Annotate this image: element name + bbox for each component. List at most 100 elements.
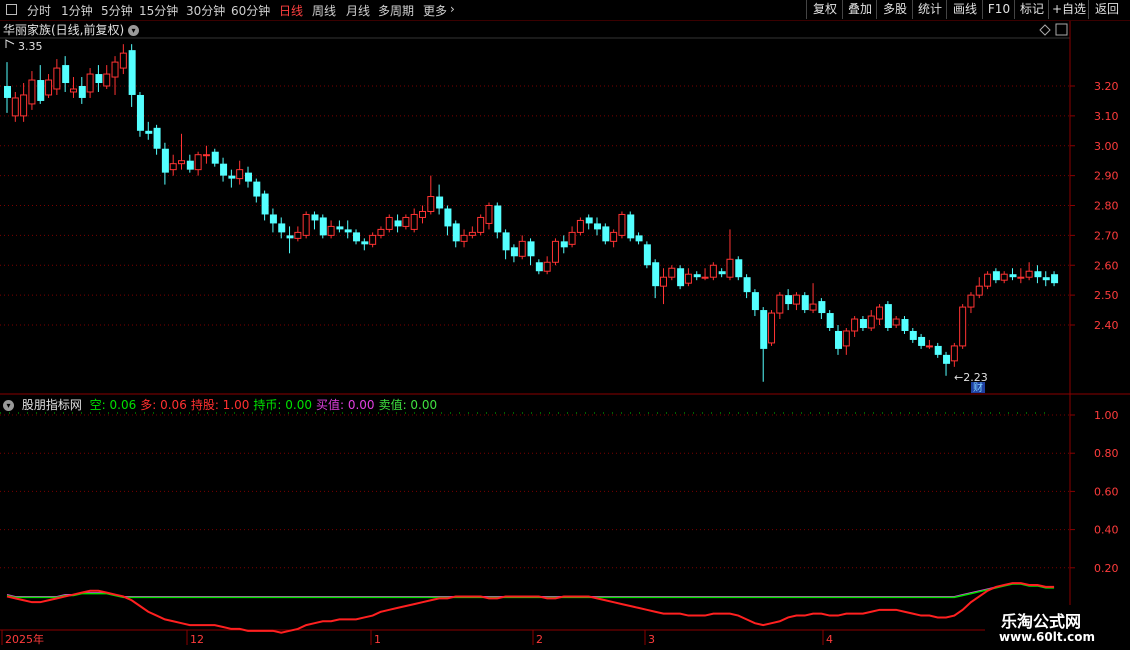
- candle-body: [627, 214, 635, 239]
- candle-body: [518, 240, 526, 257]
- price-tick-label: 3.00: [1094, 140, 1119, 153]
- candle-body: [1034, 271, 1042, 278]
- candle-body: [585, 217, 593, 224]
- candle-body: [128, 50, 136, 95]
- candle-body: [69, 88, 77, 93]
- candle-body: [45, 79, 53, 96]
- long-line: [6, 582, 1055, 634]
- price-tick-label: 3.20: [1094, 80, 1119, 93]
- candle-body: [86, 73, 94, 93]
- candle-body: [543, 261, 551, 272]
- candle-body: [261, 193, 269, 215]
- candle-body: [967, 294, 975, 308]
- candle-body: [992, 271, 1000, 281]
- short-line: [6, 583, 1055, 599]
- date-label: 1: [374, 633, 381, 646]
- candle-body: [1009, 274, 1017, 278]
- date-label: 4: [826, 633, 833, 646]
- diamond-icon: [1039, 24, 1051, 36]
- candle-body: [768, 312, 776, 344]
- candle-body: [4, 86, 11, 98]
- candle-body: [111, 61, 119, 78]
- watermark-title: 乐淘公式网: [1001, 612, 1082, 631]
- candle-body: [502, 232, 510, 251]
- candle-body: [444, 208, 452, 227]
- candle-body: [28, 79, 36, 105]
- candle-body: [11, 97, 19, 117]
- candle-body: [202, 154, 210, 157]
- price-tick-label: 2.50: [1094, 289, 1119, 302]
- candle-body: [211, 151, 219, 164]
- candle-body: [419, 210, 426, 218]
- kline-chart[interactable]: 3.20 3.10 3.00 2.90 2.80 2.70 2.60 2.50 2.40 3.35…: [0, 0, 1130, 650]
- candle-body: [385, 216, 393, 230]
- candle-body: [477, 216, 485, 233]
- candle-body: [460, 234, 468, 242]
- candle-body: [1051, 274, 1059, 284]
- candle-body: [785, 295, 793, 305]
- candle-body: [327, 225, 335, 236]
- candle-body: [551, 240, 559, 263]
- candle-body: [278, 223, 286, 233]
- window-icon: [1055, 23, 1068, 36]
- candle-body: [842, 330, 850, 347]
- candle-body: [851, 318, 859, 332]
- candle-body: [818, 301, 826, 314]
- price-tick-label: 2.60: [1094, 259, 1119, 272]
- candle-body: [726, 258, 734, 278]
- candle-body: [892, 318, 900, 326]
- high-marker-icon: [5, 39, 15, 48]
- candle-body: [145, 130, 153, 134]
- candle-body: [353, 232, 361, 242]
- candle-body: [302, 213, 310, 236]
- price-tick-label: 2.40: [1094, 319, 1119, 332]
- indicator-tick-label: 0.80: [1094, 447, 1119, 460]
- candle-body: [602, 226, 610, 242]
- candle-body: [153, 127, 161, 149]
- candle-body: [809, 303, 817, 311]
- candle-body: [684, 273, 692, 284]
- candle-body: [535, 262, 543, 272]
- candle-body: [253, 181, 261, 197]
- candle-body: [1017, 276, 1025, 279]
- candle-body: [178, 160, 186, 165]
- price-tick-label: 2.70: [1094, 229, 1119, 242]
- candle-body: [344, 229, 352, 233]
- candle-body: [78, 86, 86, 98]
- candle-body: [835, 330, 842, 349]
- candle-body: [659, 276, 667, 287]
- candle-body: [576, 219, 584, 233]
- candle-body: [568, 231, 576, 245]
- candle-body: [394, 220, 402, 227]
- candle-body: [294, 231, 302, 239]
- candle-body: [228, 175, 236, 179]
- candle-body: [410, 213, 418, 230]
- finance-badge: 财: [973, 381, 983, 394]
- candle-body: [776, 294, 784, 314]
- candle-body: [760, 310, 768, 349]
- candle-body: [618, 213, 626, 236]
- candle-body: [876, 306, 884, 320]
- watermark-url: www.60lt.com: [999, 630, 1096, 644]
- candle-body: [220, 163, 228, 176]
- candle-body: [668, 267, 676, 278]
- candle-body: [594, 223, 602, 230]
- candle-body: [560, 241, 568, 248]
- candle-body: [909, 330, 917, 340]
- candle-body: [510, 247, 518, 257]
- candle-body: [743, 277, 751, 293]
- indicator-tick-label: 0.60: [1094, 485, 1119, 498]
- candle-body: [984, 273, 992, 287]
- candle-body: [918, 336, 926, 346]
- candle-body: [652, 262, 660, 287]
- high-price-label: 3.35: [18, 40, 43, 53]
- candle-body: [1000, 273, 1008, 281]
- candle-body: [161, 148, 169, 173]
- candle-body: [436, 196, 444, 209]
- candle-body: [975, 285, 983, 296]
- candle-body: [826, 313, 834, 328]
- price-tick-label: 2.90: [1094, 170, 1119, 183]
- candle-body: [452, 223, 460, 242]
- candle-body: [792, 294, 800, 305]
- candle-body: [53, 67, 61, 90]
